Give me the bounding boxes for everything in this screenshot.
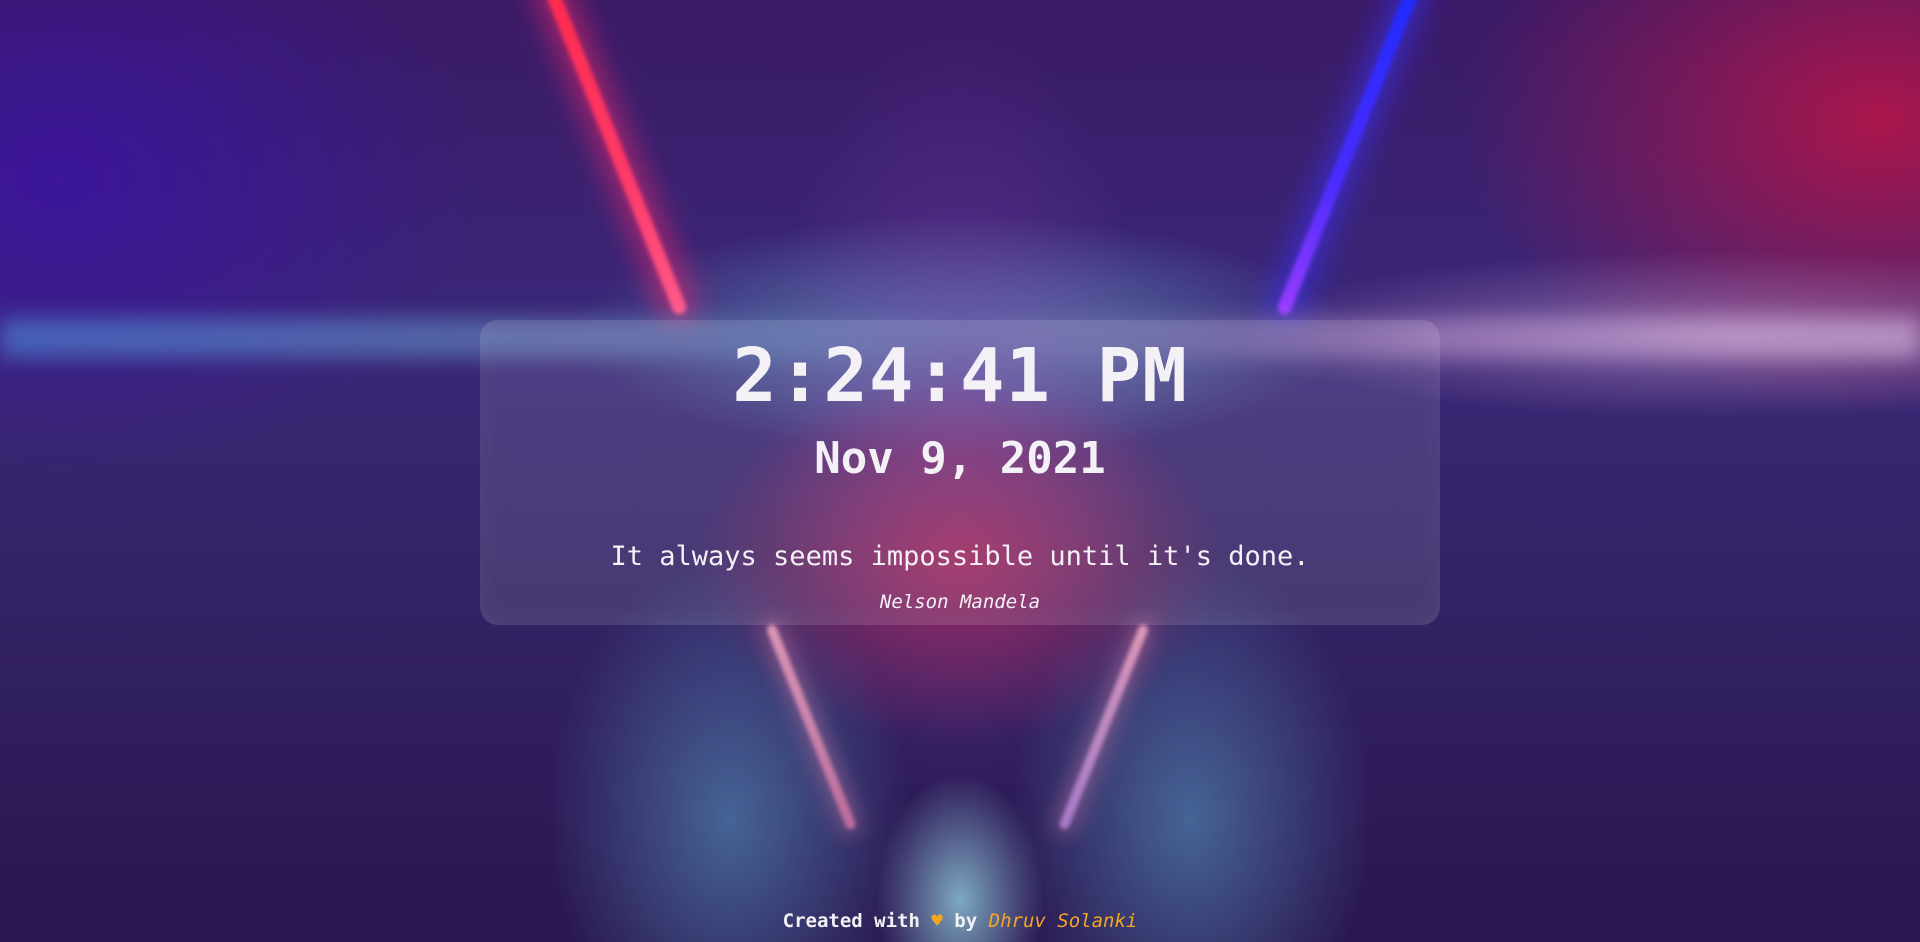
- clock-time: 2:24:41 PM: [732, 333, 1188, 419]
- clock-date: Nov 9, 2021: [814, 433, 1106, 484]
- footer-prefix: Created with: [782, 910, 920, 932]
- heart-icon: ♥: [931, 910, 943, 932]
- footer-credit: Created with ♥ by Dhruv Solanki: [0, 909, 1920, 933]
- author-link[interactable]: Dhruv Solanki: [989, 910, 1138, 932]
- footer-by: by: [954, 910, 978, 932]
- quote-author: Nelson Mandela: [879, 591, 1041, 613]
- quote-text: It always seems impossible until it's do…: [610, 541, 1310, 572]
